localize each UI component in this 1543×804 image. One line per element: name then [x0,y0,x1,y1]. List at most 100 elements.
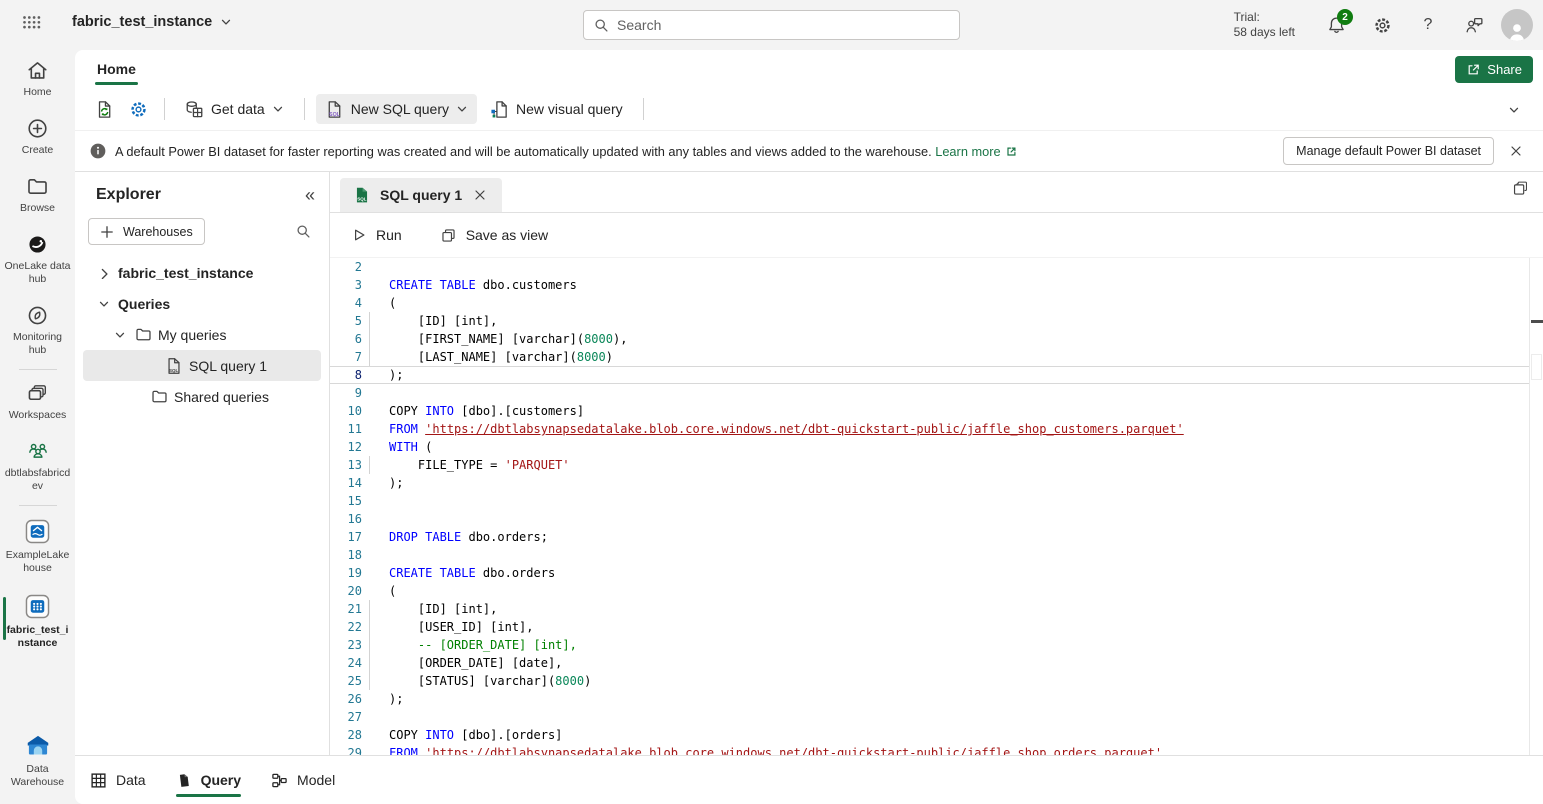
svg-text:SQL: SQL [169,368,179,373]
search-input[interactable] [617,17,959,33]
editor-line[interactable]: 8); [330,366,1529,384]
editor-line[interactable]: 15 [330,492,1529,510]
editor-overview-ruler[interactable] [1529,258,1543,755]
editor-line[interactable]: 14); [330,474,1529,492]
editor-line[interactable]: 23 -- [ORDER_DATE] [int], [330,636,1529,654]
code-content: COPY INTO [dbo].[customers] [362,404,1529,418]
editor-line[interactable]: 16 [330,510,1529,528]
notifications-button[interactable]: 2 [1317,6,1355,44]
learn-more-link[interactable]: Learn more [935,144,1017,159]
nav-rail-item-home[interactable]: Home [2,59,74,99]
line-number: 11 [330,422,362,436]
view-tab-label: Data [116,772,146,788]
account-avatar[interactable] [1501,9,1533,41]
query-doc-icon [176,772,192,789]
code-link[interactable]: 'https://dbtlabsynapsedatalake.blob.core… [425,422,1184,436]
app-launcher-button[interactable] [22,15,44,35]
editor-line[interactable]: 22 [USER_ID] [int], [330,618,1529,636]
editor-line[interactable]: 6 [FIRST_NAME] [varchar](8000), [330,330,1529,348]
nav-rail-item-data-warehouse[interactable]: Data Warehouse [2,732,74,789]
editor-line[interactable]: 25 [STATUS] [varchar](8000) [330,672,1529,690]
line-number: 18 [330,548,362,562]
editor-line[interactable]: 21 [ID] [int], [330,600,1529,618]
code-token: 8000 [555,674,584,688]
explorer-search-button[interactable] [296,224,311,239]
editor-line[interactable]: 13 FILE_TYPE = 'PARQUET' [330,456,1529,474]
plus-circle-icon [26,117,49,140]
save-as-view-button[interactable]: Save as view [434,222,554,249]
editor-line[interactable]: 3CREATE TABLE dbo.customers [330,276,1529,294]
editor-line[interactable]: 4( [330,294,1529,312]
nav-rail-item-fabric-test-instance[interactable]: fabric_test_instance [2,593,74,650]
code-token: 8000 [584,332,613,346]
nav-rail-item-workspaces[interactable]: Workspaces [2,382,74,422]
help-button[interactable]: ? [1409,6,1447,44]
ribbon-tab-home[interactable]: Home [95,57,138,81]
model-icon [271,772,288,789]
code-content: COPY INTO [dbo].[orders] [362,728,1529,742]
editor-line[interactable]: 19CREATE TABLE dbo.orders [330,564,1529,582]
line-number: 7 [330,350,362,364]
manage-default-dataset-button[interactable]: Manage default Power BI dataset [1283,137,1494,165]
new-sql-query-button[interactable]: SQL New SQL query [316,94,477,124]
get-data-button[interactable]: Get data [176,94,293,124]
nav-rail-item-dbtlabsfabricdev[interactable]: dbtlabsfabricdev [2,440,74,493]
banner-close-button[interactable] [1503,138,1529,164]
tree-item-queries[interactable]: Queries [83,288,321,319]
line-number: 15 [330,494,362,508]
add-warehouses-button[interactable]: Warehouses [88,218,205,245]
editor-line[interactable]: 9 [330,384,1529,402]
line-number: 19 [330,566,362,580]
tree-item-shared-queries[interactable]: Shared queries [83,381,321,412]
sql-editor[interactable]: 23CREATE TABLE dbo.customers4(5 [ID] [in… [330,258,1543,755]
view-tab-data[interactable]: Data [90,756,146,804]
tree-item-fabric-test-instance[interactable]: fabric_test_instance [83,257,321,288]
editor-line[interactable]: 27 [330,708,1529,726]
main-content-card: Home Share Get data SQL New SQL query Ne… [75,50,1543,804]
editor-line[interactable]: 17DROP TABLE dbo.orders; [330,528,1529,546]
view-tab-query[interactable]: Query [176,756,241,804]
editor-line[interactable]: 28COPY INTO [dbo].[orders] [330,726,1529,744]
settings-button[interactable] [1363,6,1401,44]
editor-line[interactable]: 10COPY INTO [dbo].[customers] [330,402,1529,420]
plus-icon [100,225,114,239]
code-token: 'PARQUET' [505,458,570,472]
view-tab-model[interactable]: Model [271,756,335,804]
ribbon-collapse-button[interactable] [1501,97,1527,123]
share-button[interactable]: Share [1455,56,1533,83]
refresh-button[interactable] [89,94,119,124]
code-link[interactable]: 'https://dbtlabsynapsedatalake.blob.core… [425,746,1162,755]
editor-line[interactable]: 20( [330,582,1529,600]
warehouse-badge-icon [24,593,51,620]
editor-line[interactable]: 2 [330,258,1529,276]
tree-item-my-queries[interactable]: My queries [83,319,321,350]
tree-item-sql-query-1[interactable]: SQLSQL query 1 [83,350,321,381]
nav-rail-item-examplelakehouse[interactable]: ExampleLakehouse [2,518,74,575]
query-tab[interactable]: SQL SQL query 1 [340,178,502,212]
code-token: ) [584,674,591,688]
folder-large-icon [26,175,49,198]
editor-line[interactable]: 18 [330,546,1529,564]
workspace-switcher[interactable]: fabric_test_instance [72,14,232,30]
editor-line[interactable]: 29FROM 'https://dbtlabsynapsedatalake.bl… [330,744,1529,755]
editor-line[interactable]: 24 [ORDER_DATE] [date], [330,654,1529,672]
editor-line[interactable]: 7 [LAST_NAME] [varchar](8000) [330,348,1529,366]
code-content: ); [362,368,1529,382]
editor-line[interactable]: 26); [330,690,1529,708]
warehouse-settings-button[interactable] [123,94,153,124]
editor-line[interactable]: 12WITH ( [330,438,1529,456]
nav-rail-item-create[interactable]: Create [2,117,74,157]
new-visual-query-button[interactable]: New visual query [481,94,632,124]
run-button[interactable]: Run [345,222,408,248]
copy-button[interactable] [1512,180,1529,197]
feedback-button[interactable] [1455,6,1493,44]
editor-line[interactable]: 11FROM 'https://dbtlabsynapsedatalake.bl… [330,420,1529,438]
explorer-collapse-button[interactable]: « [305,186,315,204]
nav-rail-item-onelake-data-hub[interactable]: OneLake data hub [2,233,74,286]
nav-rail-item-browse[interactable]: Browse [2,175,74,215]
nav-rail-item-monitoring-hub[interactable]: Monitoring hub [2,304,74,357]
monitoring-icon [26,304,49,327]
search-icon [594,18,609,33]
editor-line[interactable]: 5 [ID] [int], [330,312,1529,330]
tab-close-button[interactable] [471,186,489,204]
